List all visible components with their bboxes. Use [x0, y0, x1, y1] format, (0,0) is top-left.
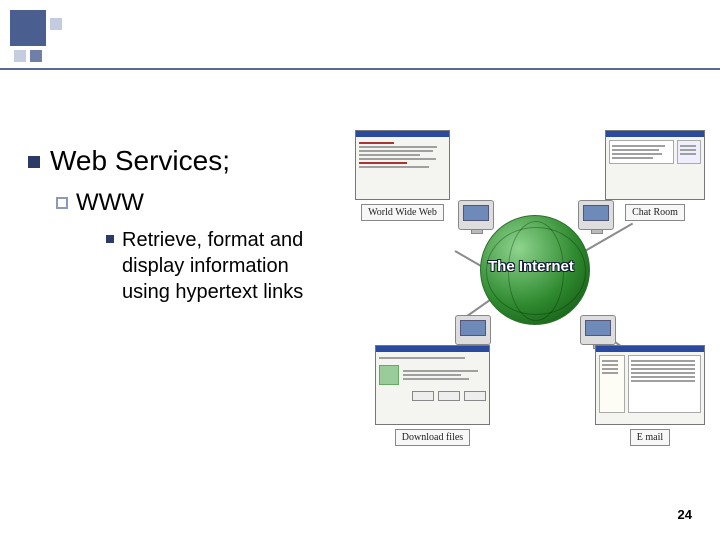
- page-number: 24: [678, 507, 692, 522]
- header-rule: [0, 68, 720, 70]
- node-www-label: World Wide Web: [361, 204, 444, 221]
- disk-icon: [379, 365, 399, 385]
- small-square-bullet-icon: [106, 235, 114, 243]
- hollow-square-bullet-icon: [56, 197, 68, 209]
- node-chat-label: Chat Room: [625, 204, 685, 221]
- monitor-icon: [455, 315, 491, 345]
- slide-corner-decoration: [10, 10, 80, 65]
- slide-body: Web Services; WWW Retrieve, format and d…: [28, 145, 348, 305]
- bullet-level-3-text: Retrieve, format and display information…: [122, 227, 332, 305]
- monitor-icon: [580, 315, 616, 345]
- bullet-level-3: Retrieve, format and display information…: [106, 227, 348, 305]
- bullet-level-2-text: WWW: [76, 189, 144, 217]
- node-email: E mail: [595, 345, 705, 446]
- node-download: Download files: [375, 345, 490, 446]
- node-www: World Wide Web: [355, 130, 450, 221]
- square-bullet-icon: [28, 156, 40, 168]
- bullet-level-2: WWW: [56, 189, 348, 217]
- diagram-center-label: The Internet: [488, 258, 574, 275]
- node-download-label: Download files: [395, 429, 470, 446]
- bullet-level-1-text: Web Services;: [50, 145, 230, 177]
- bullet-level-1: Web Services;: [28, 145, 348, 177]
- node-email-label: E mail: [630, 429, 670, 446]
- node-chat: Chat Room: [605, 130, 705, 221]
- internet-diagram: The Internet World Wide Web: [350, 130, 710, 470]
- monitor-icon: [458, 200, 494, 230]
